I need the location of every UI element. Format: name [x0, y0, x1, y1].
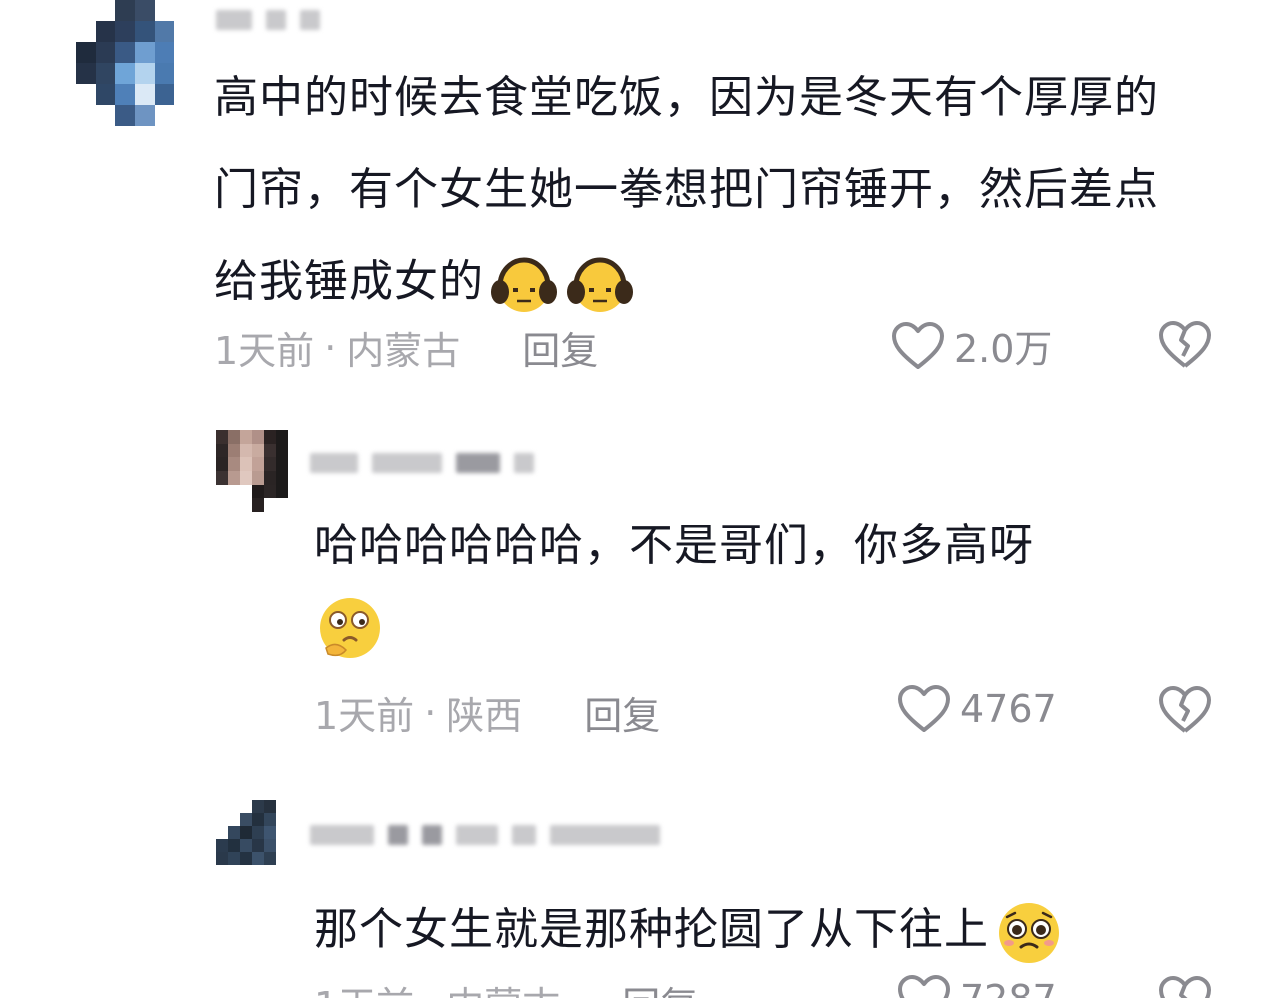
reply-button[interactable]: 回复 — [584, 685, 660, 740]
dislike-button[interactable] — [1156, 318, 1214, 372]
username-blurred[interactable] — [310, 453, 534, 473]
avatar[interactable] — [76, 0, 194, 126]
comment-meta: 1天前 · 内蒙古 回复 — [214, 320, 598, 375]
broken-heart-icon — [1159, 686, 1211, 733]
heart-icon — [898, 685, 950, 732]
avatar[interactable] — [216, 800, 288, 878]
comment-meta: 1天前 · 内蒙古 回复 — [314, 975, 698, 998]
like-button[interactable]: 2.0万 — [890, 318, 1052, 373]
earmuff-face-emoji-icon — [564, 248, 636, 320]
avatar[interactable] — [216, 430, 288, 512]
comment-text: 那个女生就是那种抡圆了从下往上 — [314, 890, 1254, 970]
like-count: 7287 — [960, 977, 1057, 998]
meta-separator: · — [324, 325, 337, 370]
broken-heart-icon — [1159, 321, 1211, 368]
dislike-button[interactable] — [1156, 683, 1214, 737]
comment-location: 内蒙古 — [346, 329, 461, 373]
comment-text: 哈哈哈哈哈哈，不是哥们，你多高呀 — [314, 506, 1194, 666]
comment-location: 内蒙古 — [446, 975, 560, 998]
comment-thread: 高中的时候去食堂吃饭，因为是冬天有个厚厚的门帘，有个女生她一拳想把门帘锤开，然后… — [0, 0, 1280, 998]
earmuff-face-emoji-icon — [488, 248, 560, 320]
reply-button[interactable]: 回复 — [622, 975, 698, 998]
like-button[interactable]: 7287 — [896, 973, 1057, 998]
heart-icon — [892, 321, 944, 369]
dislike-button[interactable] — [1156, 973, 1214, 998]
meta-separator: · — [424, 690, 437, 735]
comment-time: 1天前 — [314, 975, 414, 998]
heart-icon — [898, 975, 950, 998]
username-blurred[interactable] — [216, 10, 320, 30]
like-count: 4767 — [960, 687, 1057, 731]
comment-location: 陕西 — [446, 694, 523, 738]
pleading-face-emoji-icon — [993, 897, 1063, 967]
username-blurred[interactable] — [310, 825, 660, 845]
comment-text: 高中的时候去食堂吃饭，因为是冬天有个厚厚的门帘，有个女生她一拳想把门帘锤开，然后… — [214, 52, 1194, 328]
like-button[interactable]: 4767 — [896, 683, 1057, 735]
thinking-face-emoji-icon — [314, 592, 386, 664]
reply-button[interactable]: 回复 — [522, 320, 598, 375]
broken-heart-icon — [1159, 976, 1211, 998]
comment-time: 1天前 — [214, 329, 315, 373]
comment-meta: 1天前 · 陕西 回复 — [314, 685, 660, 740]
comment-time: 1天前 — [314, 694, 415, 738]
meta-separator: · — [424, 981, 436, 998]
like-count: 2.0万 — [954, 327, 1053, 371]
